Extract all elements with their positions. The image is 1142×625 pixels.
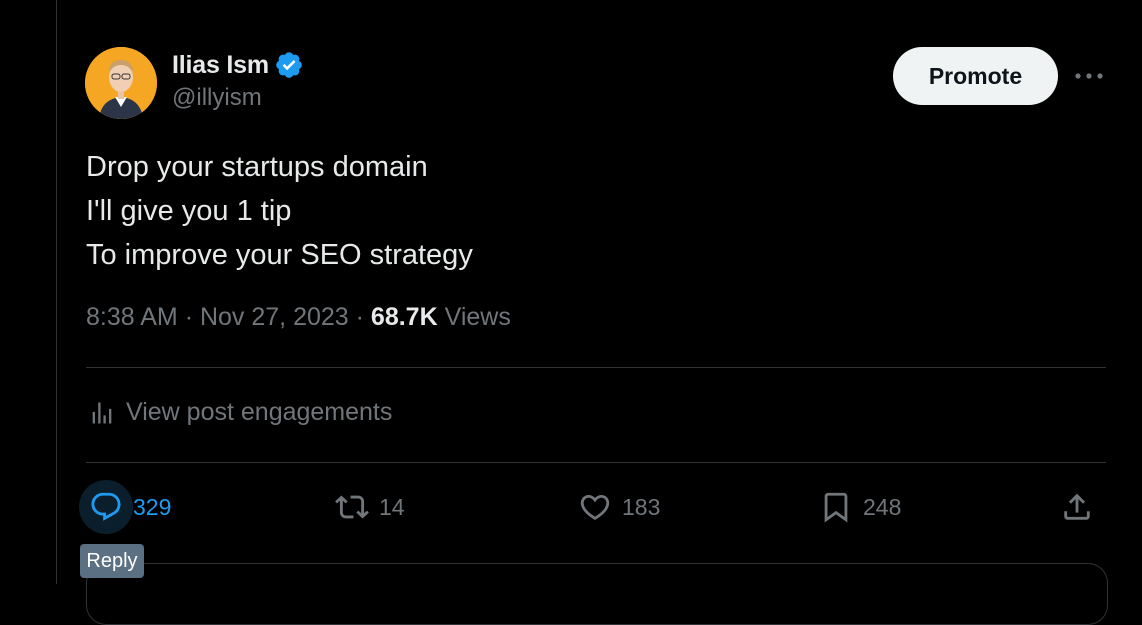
analytics-icon	[88, 399, 116, 427]
meta-separator: ·	[184, 303, 200, 331]
divider	[86, 462, 1106, 463]
promote-button[interactable]: Promote	[893, 47, 1058, 105]
views-count: 68.7K	[370, 303, 438, 331]
share-icon	[1050, 480, 1104, 534]
tweet-meta: 8:38 AM · Nov 27, 2023 · 68.7K Views	[86, 303, 511, 332]
reply-count: 329	[133, 493, 172, 520]
view-engagements-label: View post engagements	[126, 398, 393, 426]
verified-badge-icon[interactable]	[274, 50, 304, 80]
share-button[interactable]	[1050, 480, 1104, 534]
tweet-line: Drop your startups domain	[86, 151, 428, 183]
bookmark-icon	[809, 480, 863, 534]
author-handle[interactable]: @illyism	[172, 84, 304, 112]
reply-composer[interactable]	[86, 563, 1108, 625]
author-block: Ilias Ism @illyism	[172, 48, 304, 112]
meta-separator: ·	[355, 303, 371, 331]
bookmark-button[interactable]: 248	[809, 480, 901, 534]
retweet-icon	[325, 480, 379, 534]
retweet-button[interactable]: 14	[325, 480, 405, 534]
more-options-icon[interactable]	[1070, 58, 1108, 94]
like-count: 183	[622, 493, 661, 520]
reply-tooltip: Reply	[80, 544, 144, 578]
view-engagements-link[interactable]: View post engagements	[88, 398, 392, 427]
bookmark-count: 248	[863, 493, 902, 520]
reply-icon	[79, 480, 133, 534]
reply-button[interactable]: 329	[79, 480, 171, 534]
heart-icon	[568, 480, 622, 534]
tweet-line: To improve your SEO strategy	[86, 239, 473, 271]
author-display-name[interactable]: Ilias Ism	[172, 51, 269, 80]
tweet-date[interactable]: Nov 27, 2023	[200, 303, 349, 331]
author-name-row: Ilias Ism	[172, 48, 304, 82]
avatar[interactable]	[85, 47, 157, 119]
views-label: Views	[444, 303, 511, 331]
divider	[86, 367, 1106, 368]
column-border	[56, 0, 57, 584]
retweet-count: 14	[379, 493, 405, 520]
tweet-text: Drop your startups domain I'll give you …	[86, 145, 473, 277]
tweet-time[interactable]: 8:38 AM	[86, 303, 178, 331]
tweet-line: I'll give you 1 tip	[86, 195, 292, 227]
like-button[interactable]: 183	[568, 480, 660, 534]
